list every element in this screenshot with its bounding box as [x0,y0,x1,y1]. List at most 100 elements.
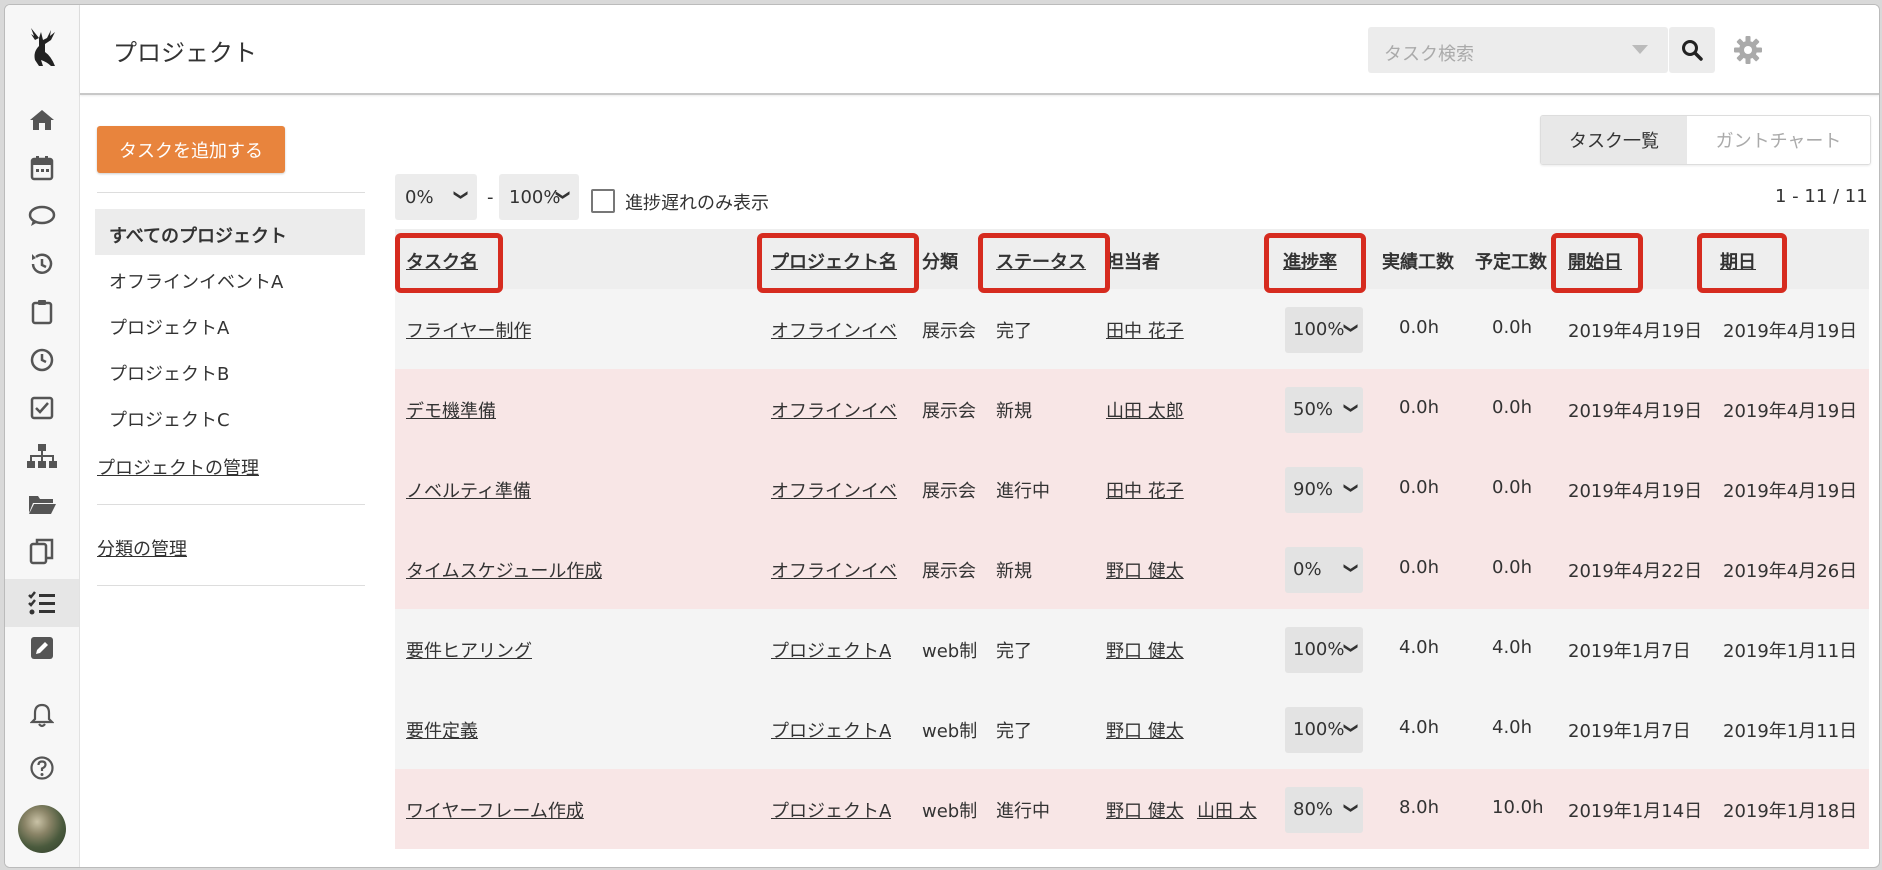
assignee-link[interactable]: 山田 太 [1197,797,1257,823]
status-cell: 新規 [996,561,1032,582]
due-date-cell: 2019年4月19日 [1723,321,1858,342]
due-date-cell: 2019年4月26日 [1723,561,1858,582]
planned-hours-cell: 0.0h [1492,397,1533,418]
start-date-cell: 2019年1月7日 [1568,721,1691,742]
gear-icon[interactable] [1733,35,1763,69]
sidebar-item-all-projects[interactable]: すべてのプロジェクト [109,222,287,248]
task-name-link[interactable]: タイムスケジュール作成 [406,557,602,583]
task-list-icon[interactable] [5,579,79,627]
status-cell: 進行中 [996,801,1050,822]
progress-select[interactable]: 100% ❯ [1285,627,1363,673]
edit-icon[interactable] [5,628,79,668]
assignee-link[interactable]: 田中 花子 [1106,317,1184,343]
tab-task-list[interactable]: タスク一覧 [1541,116,1687,164]
delay-only-checkbox[interactable] [591,189,615,213]
chevron-down-icon: ❯ [1343,402,1360,414]
project-name-link[interactable]: オフラインイベ [771,317,897,343]
status-cell: 新規 [996,401,1032,422]
project-name-link[interactable]: プロジェクトA [771,797,891,823]
task-name-link[interactable]: フライヤー制作 [406,317,531,343]
progress-select[interactable]: 50% ❯ [1285,387,1363,433]
sidebar-item-project-b[interactable]: プロジェクトB [109,360,229,386]
category-cell: 展示会 [922,321,976,342]
task-search-input[interactable]: タスク検索 [1368,27,1668,73]
folder-icon[interactable] [5,484,79,524]
manage-projects-link[interactable]: プロジェクトの管理 [97,454,259,480]
due-date-cell: 2019年1月11日 [1723,721,1858,742]
logo-icon[interactable] [5,23,79,73]
category-cell: 展示会 [922,481,976,502]
highlight-box [757,233,919,293]
help-icon[interactable] [5,748,79,788]
category-cell: web制 [922,721,978,742]
highlight-box [978,233,1110,293]
user-avatar[interactable] [18,805,66,853]
due-date-cell: 2019年4月19日 [1723,401,1858,422]
actual-hours-cell: 0.0h [1399,317,1440,338]
project-name-link[interactable]: オフラインイベ [771,477,897,503]
history-icon[interactable] [5,244,79,284]
progress-to-select[interactable]: 100% ❯ [499,174,579,220]
checkbox-icon[interactable] [5,388,79,428]
project-name-link[interactable]: オフラインイベ [771,557,897,583]
actual-hours-cell: 4.0h [1399,637,1440,658]
progress-value: 0% [1293,559,1322,580]
task-name-link[interactable]: 要件定義 [406,717,478,743]
progress-select[interactable]: 80% ❯ [1285,787,1363,833]
chevron-down-icon: ❯ [1343,562,1360,574]
task-name-link[interactable]: デモ機準備 [406,397,496,423]
comment-icon[interactable] [5,196,79,236]
task-name-link[interactable]: ワイヤーフレーム作成 [406,797,584,823]
task-name-link[interactable]: ノベルティ準備 [406,477,531,503]
progress-select[interactable]: 0% ❯ [1285,547,1363,593]
chevron-down-icon: ❯ [1343,722,1360,734]
table-row: フライヤー制作 オフラインイベ 展示会 完了 田中 花子 0.0h 0.0h 2019年4月1… [395,289,1869,369]
task-name-link[interactable]: 要件ヒアリング [406,637,532,663]
table-header-row: タスク名 プロジェクト名 分類 ステータス 担当者 進捗率 実績工数 予定工数 … [395,229,1869,289]
highlight-box [395,233,503,293]
add-task-button[interactable]: タスクを追加する [97,126,285,173]
planned-hours-cell: 0.0h [1492,557,1533,578]
planned-hours-cell: 0.0h [1492,477,1533,498]
sitemap-icon[interactable] [5,436,79,476]
sidebar-item-project-c[interactable]: プロジェクトC [109,406,230,432]
status-cell: 進行中 [996,481,1050,502]
column-header-planned-hours: 予定工数 [1475,252,1547,273]
sidebar-item-offline-event-a[interactable]: オフラインイベントA [109,268,283,294]
assignee-link[interactable]: 野口 健太 [1106,557,1184,583]
assignee-link[interactable]: 野口 健太 [1106,717,1184,743]
progress-value: 80% [1293,799,1334,820]
project-name-link[interactable]: オフラインイベ [771,397,897,423]
highlight-box [1264,233,1366,293]
highlight-box [1551,233,1643,293]
progress-to-value: 100% [509,186,561,208]
tab-gantt-chart[interactable]: ガントチャート [1687,116,1870,164]
progress-select[interactable]: 100% ❯ [1285,707,1363,753]
progress-from-select[interactable]: 0% ❯ [395,174,477,220]
table-row: 要件ヒアリング プロジェクトA web制 完了 野口 健太 4.0h 4.0h 2019年1月… [395,609,1869,689]
calendar-icon[interactable] [5,148,79,188]
clipboard-icon[interactable] [5,292,79,332]
progress-select[interactable]: 100% ❯ [1285,307,1363,353]
assignee-link[interactable]: 野口 健太 [1106,797,1184,823]
sidebar-item-project-a[interactable]: プロジェクトA [109,314,229,340]
progress-select[interactable]: 90% ❯ [1285,467,1363,513]
chevron-down-icon: ❯ [555,189,572,201]
project-name-link[interactable]: プロジェクトA [771,717,891,743]
home-icon[interactable] [5,100,79,140]
project-name-link[interactable]: プロジェクトA [771,637,891,663]
due-date-cell: 2019年4月19日 [1723,481,1858,502]
assignee-link[interactable]: 山田 太郎 [1106,397,1184,423]
clock-icon[interactable] [5,340,79,380]
table-row: ワイヤーフレーム作成 プロジェクトA web制 進行中 野口 健太 8.0h 10.0h 20… [395,769,1869,849]
search-button[interactable] [1669,27,1715,73]
copy-icon[interactable] [5,532,79,572]
chevron-down-icon: ❯ [1343,802,1360,814]
search-dropdown-caret-icon[interactable] [1632,45,1648,54]
bell-icon[interactable] [5,695,79,735]
assignee-link[interactable]: 野口 健太 [1106,637,1184,663]
planned-hours-cell: 10.0h [1492,797,1544,818]
chevron-down-icon: ❯ [453,189,470,201]
assignee-link[interactable]: 田中 花子 [1106,477,1184,503]
manage-categories-link[interactable]: 分類の管理 [97,535,187,561]
